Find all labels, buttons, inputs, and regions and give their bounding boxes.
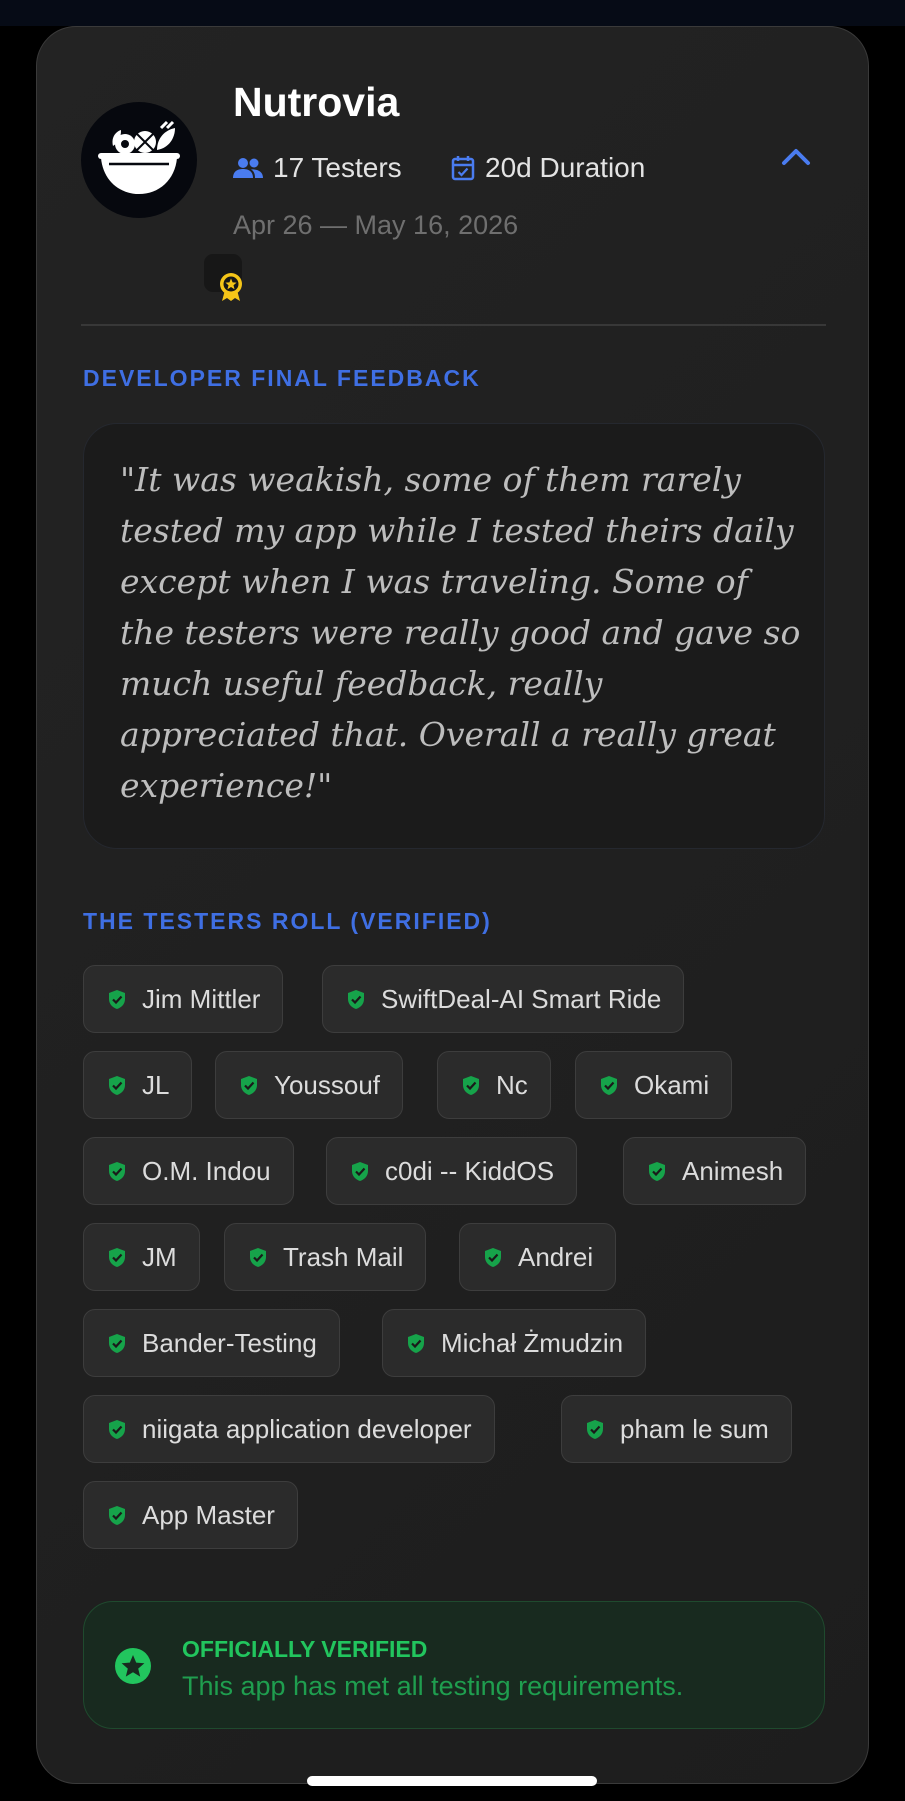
shield-check-icon: [408, 1333, 424, 1353]
tester-name: Trash Mail: [283, 1241, 404, 1272]
tester-chip[interactable]: Bander-Testing: [83, 1309, 340, 1377]
shield-check-icon: [109, 1505, 125, 1525]
tester-chip[interactable]: niigata application developer: [83, 1395, 495, 1463]
verification-title: OFFICIALLY VERIFIED: [182, 1636, 428, 1662]
tester-chip[interactable]: O.M. Indou: [83, 1137, 294, 1205]
tester-chip[interactable]: Nc: [437, 1051, 551, 1119]
testers-count-label: 17 Testers: [273, 152, 402, 183]
shield-check-icon: [587, 1419, 603, 1439]
shield-check-icon: [109, 1419, 125, 1439]
gold-badge: [204, 254, 242, 301]
star-badge-icon: [115, 1648, 151, 1684]
tester-chip[interactable]: SwiftDeal-AI Smart Ride: [322, 965, 685, 1033]
tester-name: Jim Mittler: [142, 983, 261, 1014]
tester-name: Animesh: [682, 1155, 784, 1186]
tester-name: SwiftDeal-AI Smart Ride: [381, 983, 662, 1014]
tester-name: Nc: [496, 1069, 528, 1100]
feedback-quote-box: "It was weakish, some of them rarely tes…: [83, 423, 825, 849]
shield-check-icon: [463, 1075, 479, 1095]
tester-chip[interactable]: Andrei: [459, 1223, 617, 1291]
tester-chip[interactable]: c0di -- KiddOS: [326, 1137, 578, 1205]
app-avatar: [81, 102, 242, 301]
tester-chip[interactable]: pham le sum: [561, 1395, 792, 1463]
home-indicator[interactable]: [307, 1776, 597, 1786]
verification-banner: OFFICIALLY VERIFIED This app has met all…: [83, 1601, 825, 1729]
shield-check-icon: [109, 1161, 125, 1181]
tester-chip[interactable]: Animesh: [623, 1137, 807, 1205]
tester-name: Andrei: [518, 1241, 594, 1272]
tester-chip[interactable]: Jim Mittler: [83, 965, 284, 1033]
tester-name: pham le sum: [620, 1413, 769, 1444]
tester-name: App Master: [142, 1499, 275, 1530]
tester-name: Okami: [634, 1069, 710, 1100]
chevron-up-icon[interactable]: [781, 147, 811, 167]
app-testing-card: Nutrovia 17 Testers 20d Duration Apr 26 …: [36, 26, 869, 1784]
feedback-section-title: DEVELOPER FINAL FEEDBACK: [83, 365, 481, 391]
collapse-button[interactable]: [781, 147, 811, 172]
testers-section-title: THE TESTERS ROLL (VERIFIED): [83, 908, 492, 934]
tester-chip[interactable]: Trash Mail: [224, 1223, 427, 1291]
tester-name: Youssouf: [274, 1069, 381, 1100]
tester-chip[interactable]: JL: [83, 1051, 193, 1119]
tester-name: O.M. Indou: [142, 1155, 271, 1186]
tester-name: JM: [142, 1241, 177, 1272]
shield-check-icon: [109, 1333, 125, 1353]
tester-name: niigata application developer: [142, 1413, 472, 1444]
tester-chip[interactable]: Youssouf: [215, 1051, 404, 1119]
salad-bowl-icon: [98, 120, 180, 194]
feedback-quote: "It was weakish, some of them rarely tes…: [120, 460, 801, 805]
award-medal-icon: [220, 273, 242, 301]
app-title: Nutrovia: [233, 79, 400, 125]
status-bar-strip: [0, 0, 905, 26]
tester-name: Michał Żmudzin: [441, 1327, 624, 1358]
tester-name: c0di -- KiddOS: [385, 1155, 555, 1186]
shield-check-icon: [348, 989, 364, 1009]
tester-chip[interactable]: Michał Żmudzin: [382, 1309, 647, 1377]
tester-chip[interactable]: JM: [83, 1223, 200, 1291]
shield-check-icon: [109, 1075, 125, 1095]
shield-check-icon: [109, 989, 125, 1009]
tester-chip[interactable]: App Master: [83, 1481, 298, 1549]
shield-check-icon: [241, 1075, 257, 1095]
people-icon: [233, 158, 263, 178]
shield-check-icon: [109, 1247, 125, 1267]
divider: [81, 324, 826, 326]
shield-check-icon: [485, 1247, 501, 1267]
tester-name: JL: [142, 1069, 170, 1100]
shield-check-icon: [352, 1161, 368, 1181]
tester-chip[interactable]: Okami: [575, 1051, 733, 1119]
verification-description: This app has met all testing requirement…: [182, 1671, 684, 1701]
calendar-check-icon: [451, 156, 475, 181]
shield-check-icon: [250, 1247, 266, 1267]
duration-label: 20d Duration: [485, 152, 646, 183]
date-range: Apr 26 — May 16, 2026: [233, 210, 519, 240]
duration: 20d Duration: [451, 152, 645, 184]
shield-check-icon: [649, 1161, 665, 1181]
testers-count: 17 Testers: [233, 152, 402, 184]
tester-name: Bander-Testing: [142, 1327, 317, 1358]
shield-check-icon: [601, 1075, 617, 1095]
